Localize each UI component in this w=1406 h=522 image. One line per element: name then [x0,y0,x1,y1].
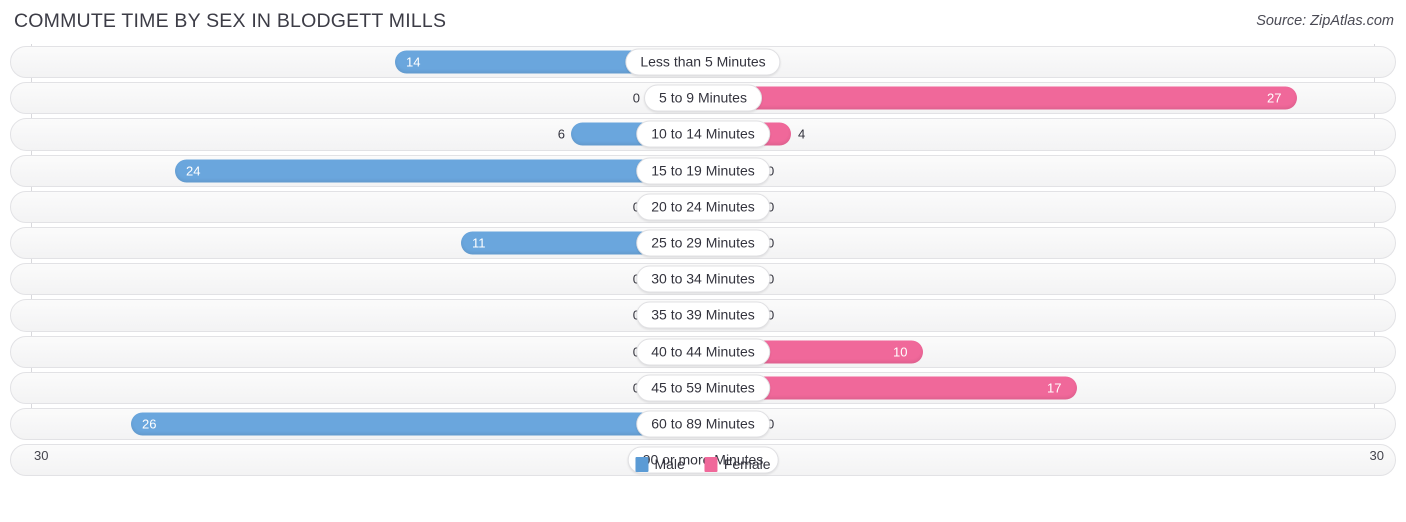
bar-male[interactable] [175,159,703,183]
bar-value-male: 14 [406,54,421,70]
chart-row[interactable]: 0030 to 34 Minutes [0,261,1406,297]
chart-row[interactable]: 0 27 5 to 9 Minutes [0,80,1406,116]
category-label-pill: 45 to 59 Minutes [636,374,770,402]
legend-label-male: Male [654,456,685,472]
chart-row[interactable]: 0020 to 24 Minutes [0,189,1406,225]
legend-swatch-female-icon [704,456,718,472]
chart-row[interactable]: 26 0 60 to 89 Minutes [0,406,1406,442]
page-title: COMMUTE TIME BY SEX IN BLODGETT MILLS [14,10,447,32]
category-label-pill: 5 to 9 Minutes [644,84,762,112]
bar-value-male: 26 [142,416,157,432]
legend-item-male[interactable]: Male [635,456,685,472]
category-label-pill: 15 to 19 Minutes [636,157,770,185]
bar-value-male: 6 [557,126,565,142]
axis-tick-left: 30 [34,448,49,463]
category-label-pill: 10 to 14 Minutes [636,120,770,148]
chart-plot-area: 140Less than 5 Minutes 0 27 5 to 9 Minutes 6… [0,44,1406,484]
bar-value-female: 4 [798,126,806,142]
chart-row[interactable]: 01745 to 59 Minutes [0,370,1406,406]
category-label-pill: Less than 5 Minutes [625,48,781,76]
axis-tick-right: 30 [1369,448,1384,463]
source-attribution: Source: ZipAtlas.com [1256,13,1394,29]
legend-item-female[interactable]: Female [704,456,771,472]
category-label-pill: 35 to 39 Minutes [636,301,770,329]
chart-row[interactable]: 24 0 15 to 19 Minutes [0,153,1406,189]
chart-legend: Male Female [635,456,771,472]
category-label-pill: 60 to 89 Minutes [636,410,770,438]
bar-female[interactable] [703,86,1297,110]
legend-swatch-male-icon [635,456,649,472]
bar-value-female: 27 [1267,90,1282,106]
bar-value-male: 0 [632,90,640,106]
bar-value-female: 17 [1047,380,1062,396]
chart-row[interactable]: 01040 to 44 Minutes [0,334,1406,370]
chart-header: COMMUTE TIME BY SEX IN BLODGETT MILLS So… [0,0,1406,44]
bar-value-male: 24 [186,163,201,179]
bar-value-male: 11 [472,235,486,251]
chart-row[interactable]: 0035 to 39 Minutes [0,297,1406,333]
category-label-pill: 25 to 29 Minutes [636,229,770,257]
chart-rows: 140Less than 5 Minutes 0 27 5 to 9 Minutes 6… [0,44,1406,478]
chart-row[interactable]: 6 4 10 to 14 Minutes [0,116,1406,152]
chart-row[interactable]: 11 0 25 to 29 Minutes [0,225,1406,261]
category-label-pill: 20 to 24 Minutes [636,193,770,221]
legend-label-female: Female [723,456,771,472]
bar-value-female: 10 [893,344,908,360]
category-label-pill: 40 to 44 Minutes [636,338,770,366]
category-label-pill: 30 to 34 Minutes [636,265,770,293]
bar-male[interactable] [131,412,703,436]
chart-row[interactable]: 140Less than 5 Minutes [0,44,1406,80]
